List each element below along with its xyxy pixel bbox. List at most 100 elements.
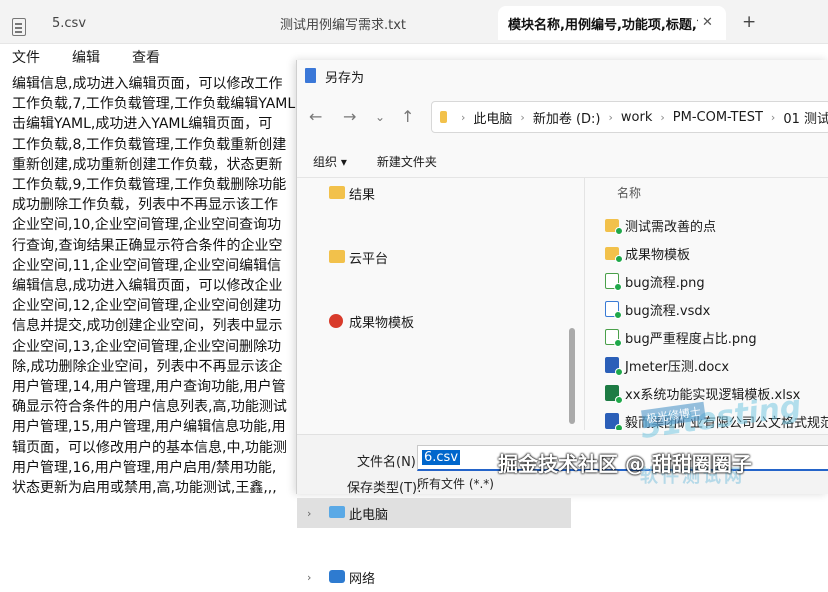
filename-label: 文件名(N): — [357, 455, 421, 470]
new-folder-button[interactable]: 新建文件夹 — [377, 153, 437, 170]
sync-status-icon — [614, 311, 622, 319]
breadcrumb-item[interactable]: PM-COM-TEST — [673, 110, 763, 125]
tab-label: 5.csv — [52, 15, 87, 31]
filename-value: 6.csv — [422, 450, 461, 465]
nav-item[interactable]: › 此电脑 — [297, 498, 571, 528]
chevron-down-icon[interactable]: ⌄ — [375, 110, 385, 124]
editor-line: 工作负载,9,工作负载管理,工作负载删除功能 — [12, 177, 287, 194]
editor-line: 成功删除工作负载，列表中不再显示该工作 — [12, 197, 278, 214]
address-bar[interactable]: › 此电脑 › 新加卷 (D:) › work › PM-COM-TEST › … — [431, 101, 828, 133]
chevron-right-icon[interactable]: › — [307, 507, 311, 520]
tab-label: 测试用例编写需求.txt — [280, 17, 407, 33]
editor-line: 确显示符合条件的用户信息列表,高,功能测试 — [12, 399, 287, 416]
editor-line: 企业空间,12,企业空间管理,企业空间创建功 — [12, 298, 282, 315]
folder-icon — [605, 246, 623, 263]
editor-line: 企业空间,13,企业空间管理,企业空间删除功 — [12, 338, 282, 355]
tab-bar: 5.csv 测试用例编写需求.txt 模块名称,用例编号,功能项,标题,前 ✕ … — [0, 0, 828, 44]
file-row[interactable]: 成果物模板 — [605, 240, 828, 266]
nav-item-label: 网络 — [349, 571, 376, 587]
nav-item[interactable]: 成果物模板 — [297, 306, 571, 336]
filetype-select[interactable]: 所有文件 (*.*) — [417, 475, 494, 492]
file-row[interactable]: 测试需改善的点 — [605, 212, 828, 238]
filetype-label: 保存类型(T): — [347, 481, 422, 496]
file-row[interactable]: bug流程.vsdx — [605, 296, 828, 322]
file-name: 成果物模板 — [625, 247, 691, 263]
watermark-text: 掘金技术社区 @ 甜甜圈圈子 — [498, 452, 752, 476]
tab-test-requirements[interactable]: 测试用例编写需求.txt — [262, 6, 496, 40]
editor-line: 工作负载,7,工作负载管理,工作负载编辑YAML — [12, 96, 296, 113]
png-file-icon — [605, 329, 622, 347]
sync-status-icon — [614, 339, 622, 347]
breadcrumb-item[interactable]: 此电脑 — [473, 108, 512, 127]
png-file-icon — [605, 273, 622, 291]
column-header-name[interactable]: 名称 — [617, 184, 641, 201]
organize-button[interactable]: 组织 ▾ — [313, 153, 347, 170]
back-arrow-icon[interactable]: ← — [309, 107, 322, 126]
pdfx-file-icon — [605, 413, 623, 430]
network-icon — [329, 570, 345, 583]
breadcrumb-item[interactable]: work — [621, 110, 652, 125]
breadcrumb-item[interactable]: 01 测试 — [783, 108, 828, 127]
editor-line: 重新创建,成功重新创建工作负载，状态更新 — [12, 156, 283, 173]
tab-active-document[interactable]: 模块名称,用例编号,功能项,标题,前 — [498, 6, 726, 40]
nav-item-label: 此电脑 — [349, 507, 389, 523]
editor-line: 击编辑YAML,成功进入YAML编辑页面，可 — [12, 116, 273, 133]
chevron-right-icon: › — [461, 110, 466, 124]
notepad-icon — [305, 68, 316, 83]
chevron-right-icon: › — [520, 110, 525, 124]
menu-view[interactable]: 查看 — [132, 47, 160, 67]
sync-status-icon — [614, 283, 622, 291]
docx-file-icon — [605, 357, 623, 376]
editor-line: 企业空间,11,企业空间管理,企业空间编辑信 — [12, 257, 282, 274]
editor-line: 除,成功删除企业空间，列表中不再显示该企 — [12, 358, 283, 375]
chevron-right-icon: › — [770, 110, 776, 124]
file-name: Jmeter压测.docx — [625, 359, 730, 375]
breadcrumb-item[interactable]: 新加卷 (D:) — [533, 108, 601, 127]
sync-status-icon — [615, 226, 623, 235]
chevron-right-icon[interactable]: › — [307, 571, 311, 584]
vsdx-file-icon — [605, 301, 622, 319]
folder-icon — [605, 218, 623, 235]
nav-item[interactable]: › 网络 — [297, 562, 571, 592]
editor-line: 编辑信息,成功进入编辑页面，可以修改企业 — [12, 278, 283, 295]
folder-error-icon — [329, 314, 343, 328]
nav-item[interactable]: 云平台 — [297, 242, 571, 272]
sync-status-icon — [615, 396, 623, 404]
pane-divider[interactable] — [584, 178, 585, 430]
file-name: 测试需改善的点 — [625, 219, 717, 235]
xlsx-file-icon — [605, 385, 623, 404]
file-name: bug流程.png — [625, 275, 705, 291]
close-icon[interactable]: ✕ — [702, 15, 713, 30]
file-row[interactable]: bug严重程度占比.png — [605, 324, 828, 350]
up-arrow-icon[interactable]: ↑ — [401, 107, 414, 126]
folder-icon — [440, 111, 447, 123]
forward-arrow-icon[interactable]: → — [343, 107, 356, 126]
editor-line: 用户管理,16,用户管理,用户启用/禁用功能, — [12, 459, 277, 476]
editor-line: 编辑信息,成功进入编辑页面，可以修改工作 — [12, 76, 283, 92]
file-row[interactable]: bug流程.png — [605, 268, 828, 294]
sync-status-icon — [615, 424, 623, 430]
menu-file[interactable]: 文件 — [12, 47, 40, 67]
nav-item-label: 成果物模板 — [349, 315, 415, 331]
scrollbar[interactable] — [569, 328, 575, 424]
nav-item-label: 云平台 — [349, 251, 389, 267]
editor-line: 状态更新为启用或禁用,高,功能测试,王鑫,,, — [12, 480, 277, 497]
address-row: ← → ⌄ ↑ › 此电脑 › 新加卷 (D:) › work › PM-COM… — [297, 98, 828, 138]
sync-status-icon — [615, 254, 623, 263]
text-editor[interactable]: 编辑信息,成功进入编辑页面，可以修改工作 工作负载,7,工作负载管理,工作负载编辑… — [12, 74, 312, 498]
sync-status-icon — [615, 368, 623, 376]
menu-edit[interactable]: 编辑 — [72, 47, 100, 67]
file-name: bug严重程度占比.png — [625, 331, 757, 347]
add-tab-icon[interactable]: + — [742, 12, 756, 32]
chevron-right-icon: › — [660, 110, 665, 124]
editor-line: 用户管理,14,用户管理,用户查询功能,用户管 — [12, 379, 286, 396]
folder-icon — [329, 250, 345, 263]
editor-line: 用户管理,15,用户管理,用户编辑信息功能,用 — [12, 419, 286, 436]
dialog-title-bar: 另存为 — [297, 60, 828, 92]
tab-5-csv[interactable]: 5.csv — [0, 6, 260, 40]
file-row[interactable]: Jmeter压测.docx — [605, 352, 828, 378]
document-icon — [12, 18, 26, 36]
editor-line: 辑页面，可以修改用户的基本信息,中,功能测 — [12, 439, 287, 456]
nav-item[interactable]: 结果 — [297, 178, 571, 208]
dialog-title: 另存为 — [325, 70, 365, 86]
